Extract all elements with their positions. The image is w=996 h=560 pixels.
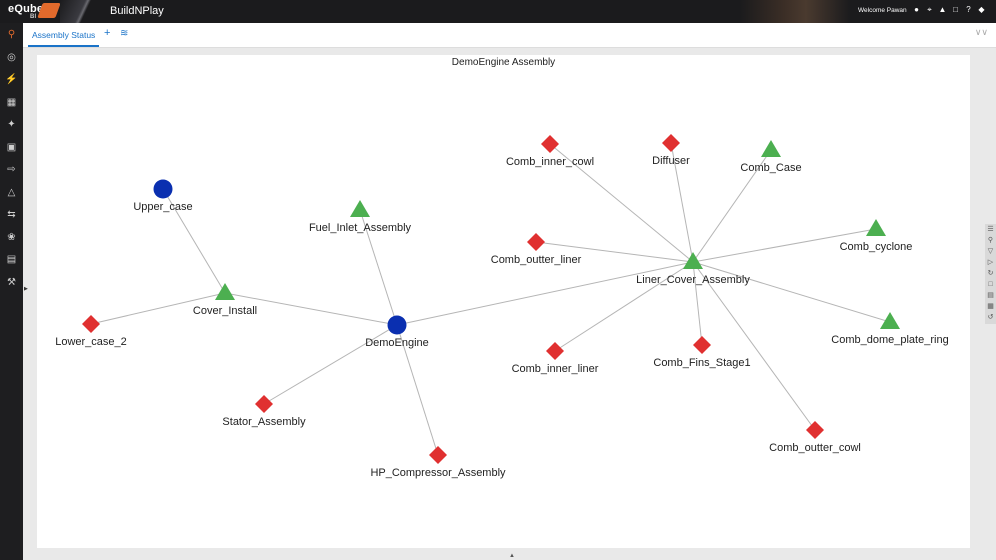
- node-label: Cover_Install: [193, 305, 257, 317]
- node-label: Comb_Case: [740, 162, 801, 174]
- network-graph: Upper_case Cover_Install Lower_case_2 Fuel_…: [55, 134, 949, 479]
- node-cover_install[interactable]: Cover_Install: [193, 283, 257, 317]
- node-comb_fins[interactable]: Comb_Fins_Stage1: [653, 336, 751, 369]
- node-label: Stator_Assembly: [222, 416, 306, 428]
- play-icon[interactable]: ▷: [985, 257, 996, 268]
- node-circle-marker[interactable]: [153, 179, 173, 199]
- refresh-icon[interactable]: ↻: [985, 268, 996, 279]
- node-comb_outter_cowl[interactable]: Comb_outter_cowl: [769, 421, 861, 454]
- scroll-up-icon[interactable]: ▲: [509, 553, 515, 559]
- node-label: Fuel_Inlet_Assembly: [309, 222, 412, 234]
- node-diamond-marker[interactable]: [527, 233, 545, 251]
- node-diamond-marker[interactable]: [693, 336, 711, 354]
- node-diamond-marker[interactable]: [546, 342, 564, 360]
- node-triangle-marker[interactable]: [880, 312, 900, 329]
- node-label: Comb_cyclone: [840, 241, 913, 253]
- filter-icon[interactable]: ▽: [985, 246, 996, 257]
- node-comb_outter_liner[interactable]: Comb_outter_liner: [491, 233, 582, 266]
- node-lower_case_2[interactable]: Lower_case_2: [55, 315, 127, 348]
- node-diffuser[interactable]: Diffuser: [652, 134, 690, 167]
- table-icon[interactable]: ▦: [985, 301, 996, 312]
- node-label: Lower_case_2: [55, 336, 127, 348]
- node-label: Comb_outter_cowl: [769, 442, 861, 454]
- node-label: HP_Compressor_Assembly: [370, 467, 506, 479]
- reload-icon[interactable]: ↺: [985, 312, 996, 323]
- pin-icon[interactable]: ⚲: [985, 235, 996, 246]
- node-hp_comp[interactable]: HP_Compressor_Assembly: [370, 446, 506, 479]
- edge-liner_cover-comb_dome: [692, 261, 891, 323]
- edge-liner_cover-comb_outter_cowl: [692, 261, 816, 431]
- node-label: DemoEngine: [365, 337, 429, 349]
- node-triangle-marker[interactable]: [215, 283, 235, 300]
- node-diamond-marker[interactable]: [662, 134, 680, 152]
- copy-icon[interactable]: □: [985, 279, 996, 290]
- node-upper_case[interactable]: Upper_case: [133, 179, 193, 214]
- node-label: Comb_Fins_Stage1: [653, 357, 750, 369]
- nodes-layer: Upper_case Cover_Install Lower_case_2 Fuel_…: [55, 134, 949, 479]
- node-fuel_inlet[interactable]: Fuel_Inlet_Assembly: [309, 200, 412, 234]
- node-diamond-marker[interactable]: [806, 421, 824, 439]
- node-diamond-marker[interactable]: [541, 135, 559, 153]
- edge-demoengine-liner_cover: [396, 261, 694, 326]
- node-label: Comb_inner_cowl: [506, 156, 594, 168]
- node-comb_case[interactable]: Comb_Case: [740, 140, 802, 174]
- node-circle-marker[interactable]: [387, 315, 407, 335]
- menu-icon[interactable]: ☰: [985, 224, 996, 235]
- node-triangle-marker[interactable]: [350, 200, 370, 217]
- node-label: Liner_Cover_Assembly: [636, 274, 750, 286]
- node-label: Upper_case: [133, 201, 192, 213]
- node-label: Comb_outter_liner: [491, 254, 582, 266]
- edges-layer: [90, 142, 891, 456]
- node-label: Comb_inner_liner: [512, 363, 599, 375]
- node-diamond-marker[interactable]: [255, 395, 273, 413]
- node-stator[interactable]: Stator_Assembly: [222, 395, 306, 428]
- right-toolbar: ☰ ⚲ ▽ ▷ ↻ □ ▤ ▦ ↺: [985, 224, 996, 324]
- node-comb_inner_liner[interactable]: Comb_inner_liner: [512, 342, 599, 375]
- node-comb_dome[interactable]: Comb_dome_plate_ring: [831, 312, 949, 346]
- node-label: Comb_dome_plate_ring: [831, 334, 948, 346]
- node-comb_inner_cowl[interactable]: Comb_inner_cowl: [506, 135, 594, 168]
- node-diamond-marker[interactable]: [429, 446, 447, 464]
- node-diamond-marker[interactable]: [82, 315, 100, 333]
- node-comb_cyclone[interactable]: Comb_cyclone: [840, 219, 913, 253]
- node-triangle-marker[interactable]: [866, 219, 886, 236]
- print-icon[interactable]: ▤: [985, 290, 996, 301]
- node-label: Diffuser: [652, 155, 690, 167]
- node-triangle-marker[interactable]: [761, 140, 781, 157]
